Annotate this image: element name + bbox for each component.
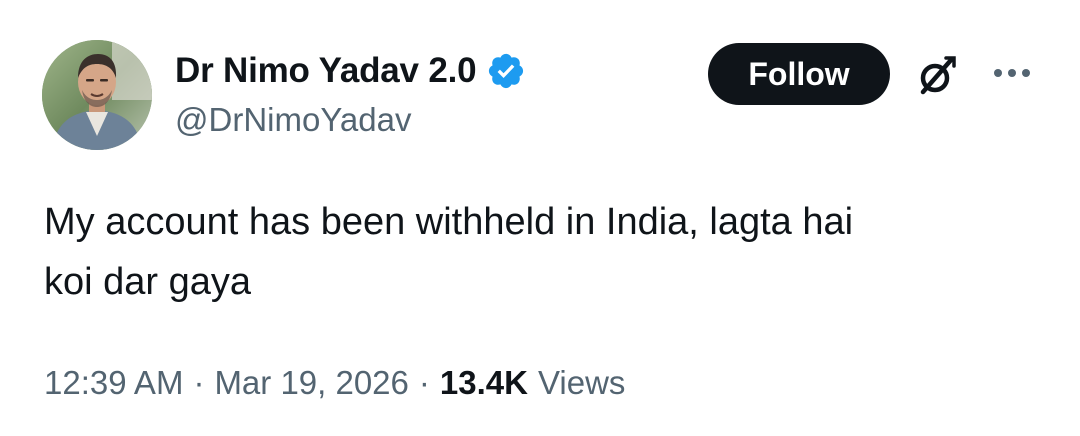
more-horizontal-icon[interactable] bbox=[990, 58, 1034, 88]
follow-button[interactable]: Follow bbox=[708, 43, 890, 105]
tweet-time[interactable]: 12:39 AM bbox=[44, 364, 183, 402]
tweet-date[interactable]: Mar 19, 2026 bbox=[214, 364, 408, 402]
tweet-meta: 12:39 AM · Mar 19, 2026 · 13.4K Views bbox=[44, 360, 625, 406]
display-name[interactable]: Dr Nimo Yadav 2.0 bbox=[175, 51, 477, 91]
tweet-text: My account has been withheld in India, l… bbox=[44, 192, 1044, 312]
avatar-photo bbox=[42, 40, 152, 150]
views-count[interactable]: 13.4K bbox=[440, 364, 528, 402]
verified-badge-icon[interactable] bbox=[486, 51, 526, 91]
meta-separator: · bbox=[418, 364, 430, 401]
views-label: Views bbox=[537, 364, 626, 401]
author-handle[interactable]: @DrNimoYadav bbox=[175, 101, 411, 139]
tweet-card: Dr Nimo Yadav 2.0 @DrNimoYadav Follow My… bbox=[0, 0, 1080, 436]
tweet-text-line: My account has been withheld in India, l… bbox=[44, 201, 854, 243]
author-name-row: Dr Nimo Yadav 2.0 bbox=[175, 48, 526, 94]
grok-icon[interactable] bbox=[913, 52, 961, 100]
tweet-text-line: koi dar gaya bbox=[44, 261, 252, 303]
meta-separator: · bbox=[193, 364, 205, 401]
avatar[interactable] bbox=[42, 40, 152, 150]
